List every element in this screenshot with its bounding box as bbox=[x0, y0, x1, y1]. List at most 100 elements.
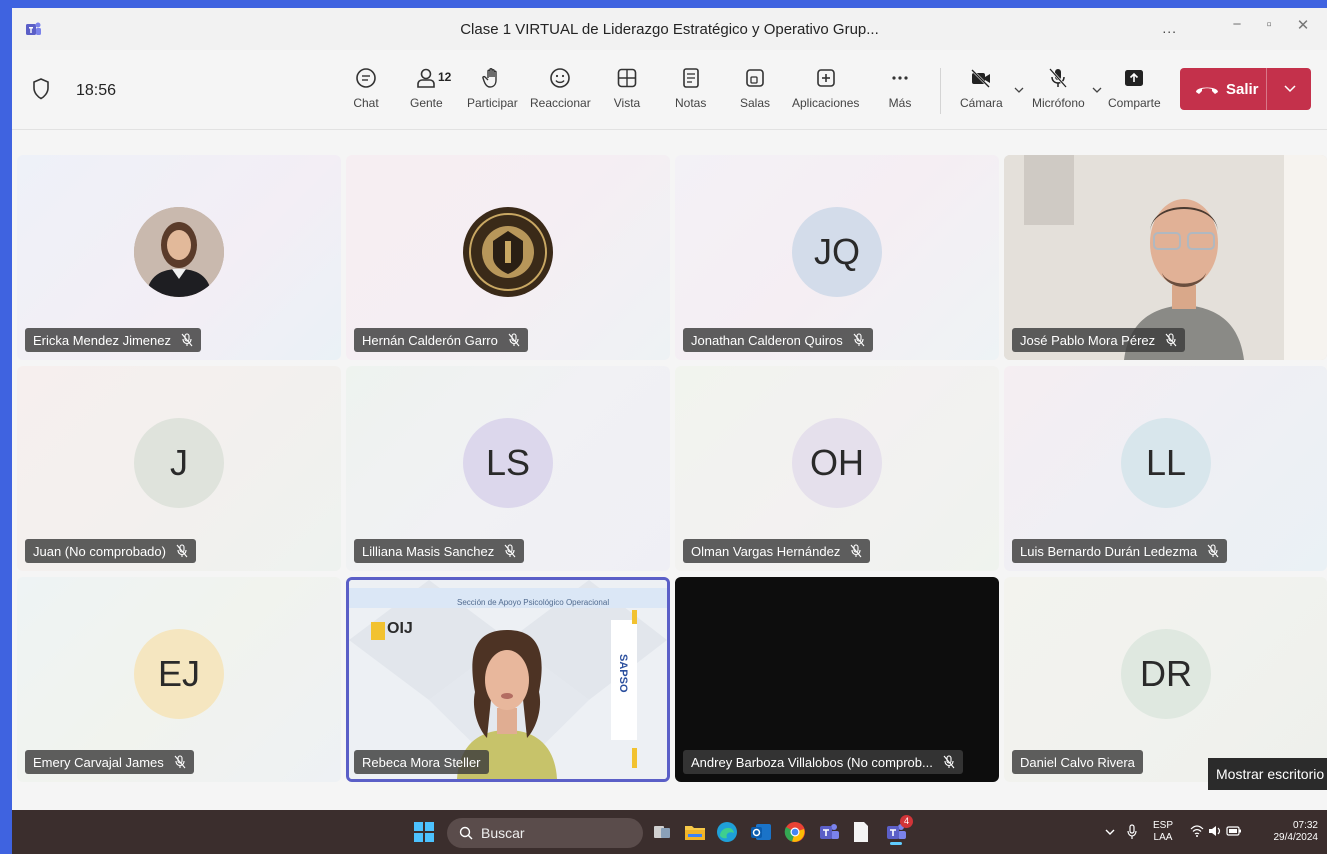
shield-icon[interactable] bbox=[32, 78, 50, 100]
rooms-label: Salas bbox=[740, 96, 771, 110]
active-speaker-tile[interactable]: Sección de Apoyo Psicológico Operacional… bbox=[346, 577, 670, 782]
mic-options-chevron-icon[interactable] bbox=[1092, 86, 1102, 94]
teams-notification-badge: 4 bbox=[900, 815, 913, 828]
participant-name: Ericka Mendez Jimenez bbox=[33, 332, 171, 348]
participant-photo bbox=[463, 207, 553, 297]
edge-browser-icon[interactable] bbox=[716, 821, 738, 843]
wifi-icon[interactable] bbox=[1190, 825, 1204, 837]
participant-name-tag: Olman Vargas Hernández bbox=[683, 539, 871, 563]
participant-tile[interactable]: JQ Jonathan Calderon Quiros bbox=[675, 155, 999, 360]
slide-header-text: Sección de Apoyo Psicológico Operacional bbox=[457, 598, 610, 607]
file-explorer-icon[interactable] bbox=[684, 822, 706, 842]
leave-button[interactable]: Salir bbox=[1180, 68, 1311, 110]
participant-tile[interactable]: OH Olman Vargas Hernández bbox=[675, 366, 999, 571]
muted-mic-icon bbox=[181, 333, 193, 347]
raise-hand-label: Participar bbox=[467, 96, 518, 110]
teams-taskbar-icon[interactable] bbox=[818, 821, 840, 843]
taskbar-clock[interactable]: 07:32 29/4/2024 bbox=[1262, 820, 1319, 844]
outlook-icon[interactable] bbox=[750, 821, 772, 843]
taskbar-search[interactable]: Buscar bbox=[447, 818, 643, 848]
task-view-icon[interactable] bbox=[652, 822, 672, 842]
people-button[interactable]: 12 Gente bbox=[410, 64, 451, 110]
participant-name-tag: José Pablo Mora Pérez bbox=[1012, 328, 1186, 352]
hand-icon bbox=[482, 68, 498, 88]
mic-off-icon bbox=[1049, 68, 1068, 88]
add-app-icon bbox=[816, 69, 835, 87]
participant-video-tile[interactable]: Andrey Barboza Villalobos (No comprob... bbox=[675, 577, 999, 782]
apps-label: Aplicaciones bbox=[792, 96, 860, 110]
share-label: Comparte bbox=[1108, 96, 1161, 110]
participant-name: Hernán Calderón Garro bbox=[362, 332, 498, 348]
search-label: Buscar bbox=[481, 825, 525, 841]
rooms-button[interactable]: Salas bbox=[740, 64, 770, 110]
participant-name-tag: Ericka Mendez Jimenez bbox=[25, 328, 201, 352]
participant-name: Jonathan Calderon Quiros bbox=[691, 332, 843, 348]
camera-options-chevron-icon[interactable] bbox=[1014, 86, 1024, 94]
notes-label: Notas bbox=[675, 96, 707, 110]
participant-avatar: LL bbox=[1121, 418, 1211, 508]
teams-window: Clase 1 VIRTUAL de Liderazgo Estratégico… bbox=[12, 8, 1327, 810]
language-indicator[interactable]: ESP LAA bbox=[1150, 820, 1176, 844]
participant-video-tile[interactable]: José Pablo Mora Pérez bbox=[1004, 155, 1327, 360]
participant-avatar: JQ bbox=[792, 207, 882, 297]
microphone-label: Micrófono bbox=[1032, 96, 1085, 110]
people-label: Gente bbox=[410, 96, 443, 110]
participant-avatar: LS bbox=[463, 418, 553, 508]
chat-label: Chat bbox=[353, 96, 379, 110]
restore-button[interactable]: ▫ bbox=[1255, 16, 1283, 33]
participant-tile[interactable]: LL Luis Bernardo Durán Ledezma bbox=[1004, 366, 1327, 571]
participant-name-tag: Jonathan Calderon Quiros bbox=[683, 328, 873, 352]
chat-button[interactable]: Chat bbox=[352, 64, 380, 110]
notes-button[interactable]: Notas bbox=[675, 64, 706, 110]
view-button[interactable]: Vista bbox=[613, 64, 641, 110]
participant-avatar: J bbox=[134, 418, 224, 508]
tray-chevron-up-icon[interactable] bbox=[1104, 827, 1116, 837]
volume-icon[interactable] bbox=[1208, 825, 1222, 837]
document-icon[interactable] bbox=[852, 821, 870, 843]
more-label: Más bbox=[888, 96, 912, 110]
notes-icon bbox=[682, 68, 699, 88]
participant-name: Juan (No comprobado) bbox=[33, 543, 166, 559]
tray-mic-icon[interactable] bbox=[1126, 824, 1138, 840]
raise-hand-button[interactable]: Participar bbox=[467, 64, 518, 110]
participant-name: Daniel Calvo Rivera bbox=[1020, 754, 1135, 770]
leave-options-chevron-icon[interactable] bbox=[1283, 84, 1297, 94]
slide-side-text: SAPSO bbox=[617, 654, 629, 693]
camera-button[interactable]: Cámara bbox=[960, 64, 1003, 110]
slide-logo-text: OIJ bbox=[387, 620, 413, 637]
window-title: Clase 1 VIRTUAL de Liderazgo Estratégico… bbox=[460, 21, 879, 38]
show-desktop-tooltip: Mostrar escritorio bbox=[1208, 758, 1327, 790]
more-button[interactable]: Más bbox=[886, 64, 914, 110]
muted-mic-icon bbox=[504, 544, 516, 558]
camera-label: Cámara bbox=[960, 96, 1003, 110]
close-button[interactable]: ✕ bbox=[1289, 16, 1317, 34]
participant-tile[interactable]: Ericka Mendez Jimenez bbox=[17, 155, 341, 360]
share-button[interactable]: Comparte bbox=[1108, 64, 1161, 110]
people-count: 12 bbox=[438, 70, 452, 84]
meeting-toolbar: 18:56 Chat 12 Gente Participar Reacciona… bbox=[12, 50, 1327, 130]
participant-tile[interactable]: Hernán Calderón Garro bbox=[346, 155, 670, 360]
smiley-icon bbox=[550, 68, 571, 88]
participant-name: Emery Carvajal James bbox=[33, 754, 164, 770]
windows-start-icon[interactable] bbox=[414, 822, 434, 842]
battery-icon[interactable] bbox=[1226, 825, 1242, 837]
apps-button[interactable]: Aplicaciones bbox=[792, 64, 859, 110]
participant-name-tag: Hernán Calderón Garro bbox=[354, 328, 528, 352]
chrome-icon[interactable] bbox=[784, 821, 806, 843]
muted-mic-icon bbox=[508, 333, 520, 347]
search-icon bbox=[459, 826, 473, 840]
minimize-button[interactable]: − bbox=[1223, 16, 1251, 33]
microphone-button[interactable]: Micrófono bbox=[1032, 64, 1085, 110]
participant-name: José Pablo Mora Pérez bbox=[1020, 332, 1156, 348]
participant-tile[interactable]: EJ Emery Carvajal James bbox=[17, 577, 341, 782]
toolbar-divider bbox=[940, 68, 941, 114]
more-options-icon[interactable]: ... bbox=[1162, 20, 1177, 36]
participant-tile[interactable]: DR Daniel Calvo Rivera bbox=[1004, 577, 1327, 782]
react-button[interactable]: Reaccionar bbox=[530, 64, 591, 110]
participant-tile[interactable]: LS Lilliana Masis Sanchez bbox=[346, 366, 670, 571]
taskbar-date: 29/4/2024 bbox=[1273, 832, 1319, 843]
participant-tile[interactable]: J Juan (No comprobado) bbox=[17, 366, 341, 571]
muted-mic-icon bbox=[1165, 333, 1177, 347]
leave-separator bbox=[1266, 68, 1267, 110]
chat-icon bbox=[356, 68, 376, 88]
